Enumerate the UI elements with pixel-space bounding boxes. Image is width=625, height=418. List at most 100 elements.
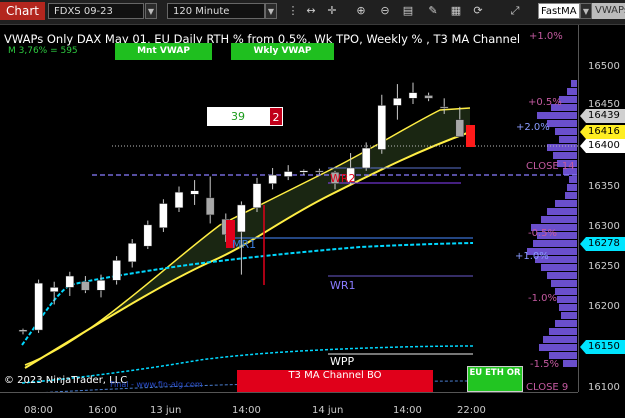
indicator-selector-2[interactable]: VWAPs <box>592 3 625 19</box>
candle-body <box>268 174 277 184</box>
weekly-vwap-button[interactable]: Wkly VWAP <box>231 43 334 60</box>
price-tick: 16300 <box>588 221 620 232</box>
volume-profile-bar <box>547 144 577 151</box>
interval-selector[interactable]: 120 Minute <box>167 3 265 19</box>
toolbar-expand-icon[interactable]: ⤢ <box>507 3 523 19</box>
candle-body <box>252 183 262 209</box>
eu-eth-or-button[interactable]: EU ETH OR <box>467 366 523 392</box>
red-close-block <box>466 125 475 147</box>
layers-icon[interactable]: ▦ <box>448 3 464 19</box>
instrument-dropdown-arrow-icon[interactable]: ▼ <box>145 3 157 19</box>
properties-icon[interactable]: ▤ <box>400 3 416 19</box>
volume-profile-bar <box>555 128 577 135</box>
price-tag-16150: 16150 <box>580 340 625 354</box>
chart-toolbar: Chart FDXS 09-23 ▼ 120 Minute ▼ ⋮ ↔ ✛ ⊕ … <box>0 0 625 25</box>
volume-profile-bar <box>555 288 577 295</box>
wpp-label: WPP <box>330 355 355 368</box>
candle-body <box>393 98 402 106</box>
time-axis[interactable] <box>0 392 578 418</box>
pct-label-plus-2: +2.0% <box>516 122 550 133</box>
time-tick: 14 jun <box>312 405 344 416</box>
price-tick: 16250 <box>588 261 620 272</box>
candle-body <box>424 95 433 99</box>
volume-profile-bar <box>551 280 577 287</box>
close-14-label: CLOSE 14 <box>526 161 575 172</box>
volume-profile-bar <box>541 264 577 271</box>
volume-profile-bar <box>549 328 577 335</box>
volume-profile-bar <box>547 208 577 215</box>
volume-profile-bar <box>547 120 577 127</box>
volume-profile-bar <box>549 352 577 359</box>
candle-body <box>65 275 75 288</box>
bar-spacing-icon[interactable]: ↔ <box>303 3 319 19</box>
volume-profile-bar <box>567 88 577 95</box>
candle-body <box>143 224 153 247</box>
bar-counter-red: 2 <box>269 107 283 126</box>
candle-body <box>174 191 184 209</box>
time-tick: 13 jun <box>150 405 182 416</box>
volume-profile-bar <box>541 216 577 223</box>
zoom-in-icon[interactable]: ⊕ <box>353 3 369 19</box>
pct-label-minus-1: -1.0% <box>528 293 558 304</box>
price-axis[interactable] <box>578 25 625 392</box>
zoom-out-icon[interactable]: ⊖ <box>377 3 393 19</box>
volume-profile-bar <box>555 320 577 327</box>
volume-profile-bar <box>553 152 577 159</box>
volume-profile-bar <box>559 304 577 311</box>
price-tick: 16100 <box>588 382 620 393</box>
volume-profile-bar <box>559 136 577 143</box>
volume-profile-bar <box>539 344 577 351</box>
refresh-icon[interactable]: ⟳ <box>470 3 486 19</box>
wr1-label: WR1 <box>330 279 356 292</box>
pct-label-plus-1-b: +1.0% <box>515 251 549 262</box>
website-text: Final - www.fin-alg.com <box>110 380 203 389</box>
candle-body <box>283 171 293 177</box>
candle-body <box>361 147 371 169</box>
volume-profile-bar <box>561 312 577 319</box>
monthly-range-label: M 3,76% = 595 <box>8 46 78 56</box>
price-tag-16278: 16278 <box>580 237 625 251</box>
indicator-dropdown-arrow-icon[interactable]: ▼ <box>580 3 592 19</box>
interval-dropdown-arrow-icon[interactable]: ▼ <box>265 3 277 19</box>
volume-profile-bar <box>557 296 577 303</box>
pct-label-minus-1-5: -1.5% <box>530 359 560 370</box>
copyright-text: © 2023 NinjaTrader, LLC <box>4 375 128 386</box>
price-tick: 16350 <box>588 181 620 192</box>
monthly-vwap-button[interactable]: Mnt VWAP <box>115 43 212 60</box>
price-tag-16416: 16416 <box>580 125 625 139</box>
candle-body <box>205 197 215 216</box>
candle-body <box>18 329 28 332</box>
indicator-selector[interactable]: FastMA <box>538 3 580 19</box>
wr2-label: WR2 <box>330 172 356 185</box>
price-tick: 16500 <box>588 61 620 72</box>
volume-profile-bar <box>565 192 577 199</box>
candle-body <box>112 260 121 281</box>
price-tick: 16200 <box>588 301 620 312</box>
pct-label-plus-0-5: +0.5% <box>528 97 562 108</box>
price-tick: 16450 <box>588 99 620 110</box>
candle-body <box>127 243 137 263</box>
chart-style-icon[interactable]: ⋮ <box>285 3 301 19</box>
pct-label-plus-1: +1.0% <box>529 31 563 42</box>
candle-body <box>237 204 246 233</box>
candle-body <box>455 119 465 137</box>
candle-body <box>408 92 418 99</box>
price-chart[interactable] <box>0 25 578 392</box>
volume-profile-bar <box>537 112 577 119</box>
volume-profile-bar <box>567 184 577 191</box>
candle-body <box>299 170 309 173</box>
candle-body <box>81 281 90 291</box>
time-tick: 22:00 <box>457 405 486 416</box>
candle-body <box>96 280 106 291</box>
candle-body <box>190 190 199 195</box>
volume-profile-bar <box>555 200 577 207</box>
candle-body <box>49 287 59 292</box>
drawing-tools-icon[interactable]: ✎ <box>425 3 441 19</box>
volume-profile-bar <box>533 240 577 247</box>
mr1-label: MR1 <box>232 238 257 251</box>
crosshair-icon[interactable]: ✛ <box>324 3 340 19</box>
volume-profile-bar <box>563 360 577 367</box>
candle-body <box>159 203 168 228</box>
instrument-selector[interactable]: FDXS 09-23 <box>48 3 144 19</box>
chart-tab[interactable]: Chart <box>0 2 45 20</box>
